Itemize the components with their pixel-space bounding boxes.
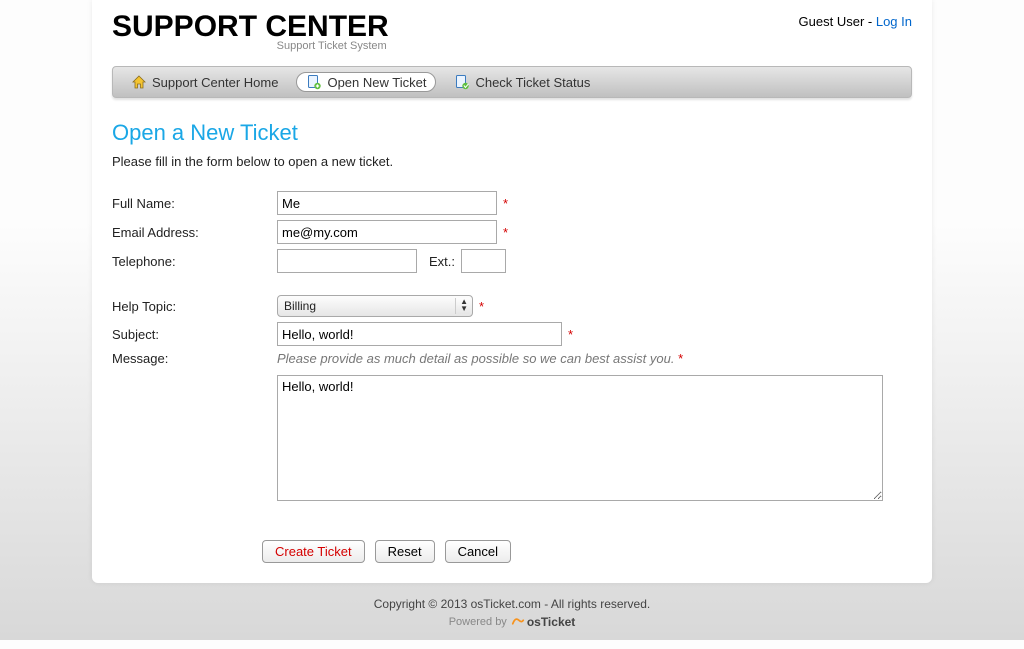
user-info: Guest User - Log In	[799, 12, 912, 29]
page-intro: Please fill in the form below to open a …	[112, 154, 912, 169]
powered-by: Powered by osTicket	[0, 615, 1024, 649]
full-name-input[interactable]	[277, 191, 497, 215]
page-title: Open a New Ticket	[112, 120, 912, 146]
main-nav: Support Center Home Open New Ticket Chec…	[112, 66, 912, 98]
cancel-button[interactable]: Cancel	[445, 540, 511, 563]
required-mark: *	[503, 196, 508, 211]
subject-input[interactable]	[277, 322, 562, 346]
reset-button[interactable]: Reset	[375, 540, 435, 563]
check-status-icon	[454, 74, 470, 90]
home-icon	[131, 74, 147, 90]
logo-title: SUPPORT CENTER	[112, 12, 389, 42]
help-topic-select[interactable]: Billing ▲▼	[277, 295, 473, 317]
message-hint: Please provide as much detail as possibl…	[277, 351, 674, 366]
telephone-input[interactable]	[277, 249, 417, 273]
logo: SUPPORT CENTER Support Ticket System	[112, 12, 389, 52]
osticket-logo: osTicket	[511, 615, 575, 629]
nav-open-ticket[interactable]: Open New Ticket	[296, 72, 436, 92]
login-link[interactable]: Log In	[876, 14, 912, 29]
ext-input[interactable]	[461, 249, 506, 273]
email-input[interactable]	[277, 220, 497, 244]
nav-check-status[interactable]: Check Ticket Status	[444, 72, 600, 92]
footer-copyright: Copyright © 2013 osTicket.com - All righ…	[0, 583, 1024, 615]
telephone-label: Telephone:	[112, 254, 277, 269]
ext-label: Ext.:	[429, 254, 455, 269]
required-mark: *	[568, 327, 573, 342]
help-topic-label: Help Topic:	[112, 299, 277, 314]
new-ticket-icon	[306, 74, 322, 90]
required-mark: *	[479, 299, 484, 314]
email-label: Email Address:	[112, 225, 277, 240]
message-label: Message:	[112, 351, 277, 366]
chevron-up-down-icon: ▲▼	[460, 298, 468, 312]
nav-home[interactable]: Support Center Home	[121, 72, 288, 92]
create-ticket-button[interactable]: Create Ticket	[262, 540, 365, 563]
subject-label: Subject:	[112, 327, 277, 342]
required-mark: *	[503, 225, 508, 240]
required-mark: *	[678, 351, 683, 366]
user-label: Guest User	[799, 14, 865, 29]
logo-subtitle: Support Ticket System	[112, 40, 389, 52]
full-name-label: Full Name:	[112, 196, 277, 211]
message-textarea[interactable]: Hello, world!	[277, 375, 883, 501]
